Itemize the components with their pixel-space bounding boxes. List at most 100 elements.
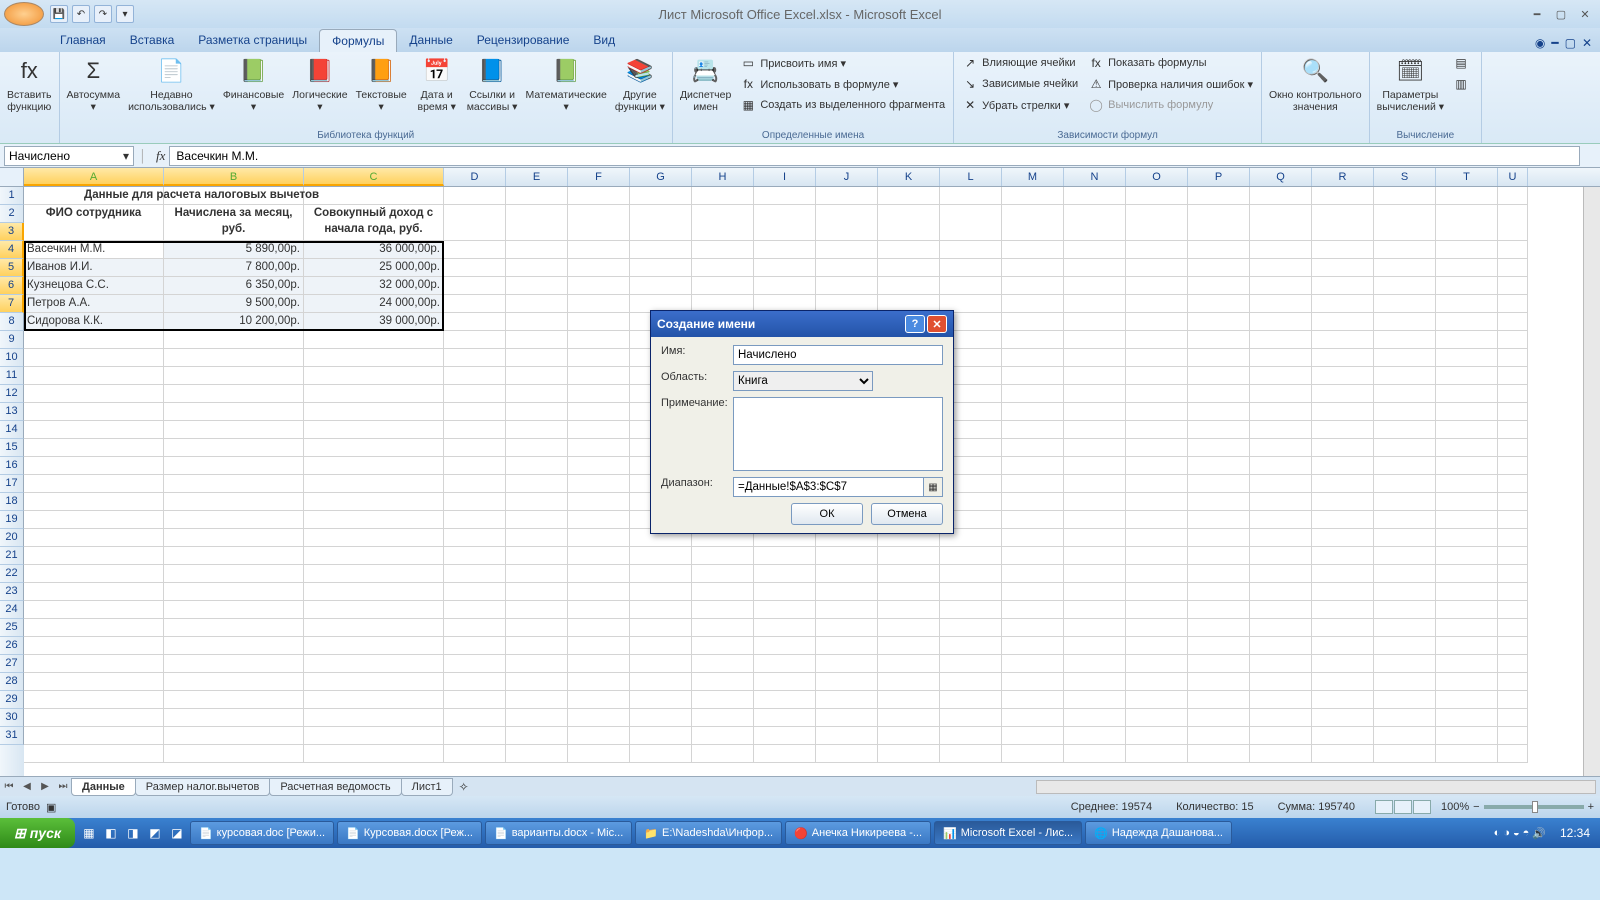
column-header[interactable]: R [1312,168,1374,186]
cell[interactable] [1436,727,1498,745]
cell[interactable] [816,745,878,763]
cell[interactable] [164,547,304,565]
cell[interactable] [816,655,878,673]
cell[interactable] [692,205,754,241]
cell[interactable] [630,277,692,295]
cell[interactable] [1250,745,1312,763]
cell[interactable] [568,547,630,565]
cell[interactable] [816,259,878,277]
cell[interactable] [1312,727,1374,745]
cell[interactable] [816,709,878,727]
tray-icon[interactable]: ◓ [1523,827,1530,840]
cell[interactable] [506,601,568,619]
cell[interactable] [1312,439,1374,457]
cell[interactable] [444,205,506,241]
cell[interactable] [1312,205,1374,241]
cell[interactable] [506,691,568,709]
tray-icon[interactable]: 🔊 [1532,827,1546,840]
cell[interactable] [506,475,568,493]
cell[interactable] [1436,385,1498,403]
cell[interactable] [304,565,444,583]
row-header[interactable]: 29 [0,691,24,709]
sheet-prev-icon[interactable]: ◀ [18,781,36,792]
cell[interactable]: Иванов И.И. [24,259,164,277]
cell[interactable] [568,439,630,457]
cell[interactable] [1498,349,1528,367]
dialog-name-input[interactable] [733,345,943,365]
cell[interactable] [1002,583,1064,601]
cell[interactable] [1374,583,1436,601]
ribbon-button[interactable]: 📗Финансовые▾ [220,53,287,115]
cell[interactable] [304,691,444,709]
cell[interactable] [1498,205,1528,241]
cell[interactable] [692,601,754,619]
cell[interactable] [164,709,304,727]
row-header[interactable]: 8 [0,313,24,331]
cell[interactable] [1002,547,1064,565]
cell[interactable] [940,241,1002,259]
cell[interactable] [1002,295,1064,313]
cell[interactable] [1188,403,1250,421]
cell[interactable] [24,511,164,529]
column-header[interactable]: L [940,168,1002,186]
cell[interactable] [1002,241,1064,259]
cell[interactable] [1126,709,1188,727]
cell[interactable] [568,583,630,601]
cell[interactable] [1188,709,1250,727]
cell[interactable] [304,493,444,511]
cell[interactable] [1126,385,1188,403]
cell[interactable] [444,655,506,673]
cell[interactable] [1498,529,1528,547]
undo-icon[interactable]: ↶ [72,5,90,23]
cell[interactable] [1374,727,1436,745]
cell[interactable] [1188,565,1250,583]
cell[interactable] [1126,187,1188,205]
cell[interactable] [1374,673,1436,691]
ribbon-tab-вставка[interactable]: Вставка [118,29,187,52]
cell[interactable]: 25 000,00р. [304,259,444,277]
cell[interactable] [164,619,304,637]
cell[interactable] [692,727,754,745]
cell[interactable] [1312,367,1374,385]
column-header[interactable]: E [506,168,568,186]
cell[interactable] [444,331,506,349]
cell[interactable] [878,259,940,277]
name-box-dropdown-icon[interactable]: ▾ [123,149,129,163]
cell[interactable] [1436,367,1498,385]
minimize-icon[interactable]: ━ [1526,5,1548,23]
cell[interactable] [304,511,444,529]
cell[interactable] [1312,601,1374,619]
cell[interactable] [568,187,630,205]
cell[interactable] [1498,259,1528,277]
cell[interactable] [1436,709,1498,727]
cell[interactable] [506,259,568,277]
cell[interactable] [304,331,444,349]
zoom-level[interactable]: 100% [1441,801,1469,813]
cell[interactable] [1498,709,1528,727]
ribbon-button[interactable]: 📗Математические▾ [522,53,609,115]
cell[interactable] [1312,655,1374,673]
cell[interactable] [754,565,816,583]
cell[interactable] [1064,727,1126,745]
cell[interactable] [164,637,304,655]
cell[interactable] [444,295,506,313]
cell[interactable] [164,529,304,547]
cell[interactable] [1436,349,1498,367]
cell[interactable] [1188,349,1250,367]
cell[interactable] [940,727,1002,745]
cell[interactable] [1064,601,1126,619]
cell[interactable] [164,691,304,709]
cell[interactable] [1498,583,1528,601]
cell[interactable] [630,655,692,673]
cell[interactable] [1126,295,1188,313]
cell[interactable] [754,187,816,205]
cell[interactable] [1312,457,1374,475]
cell[interactable] [1126,421,1188,439]
cell[interactable] [816,205,878,241]
cell[interactable] [630,601,692,619]
cell[interactable] [506,655,568,673]
zoom-slider[interactable] [1484,805,1584,809]
cell[interactable] [1126,655,1188,673]
cell[interactable] [816,187,878,205]
cell[interactable] [1064,295,1126,313]
